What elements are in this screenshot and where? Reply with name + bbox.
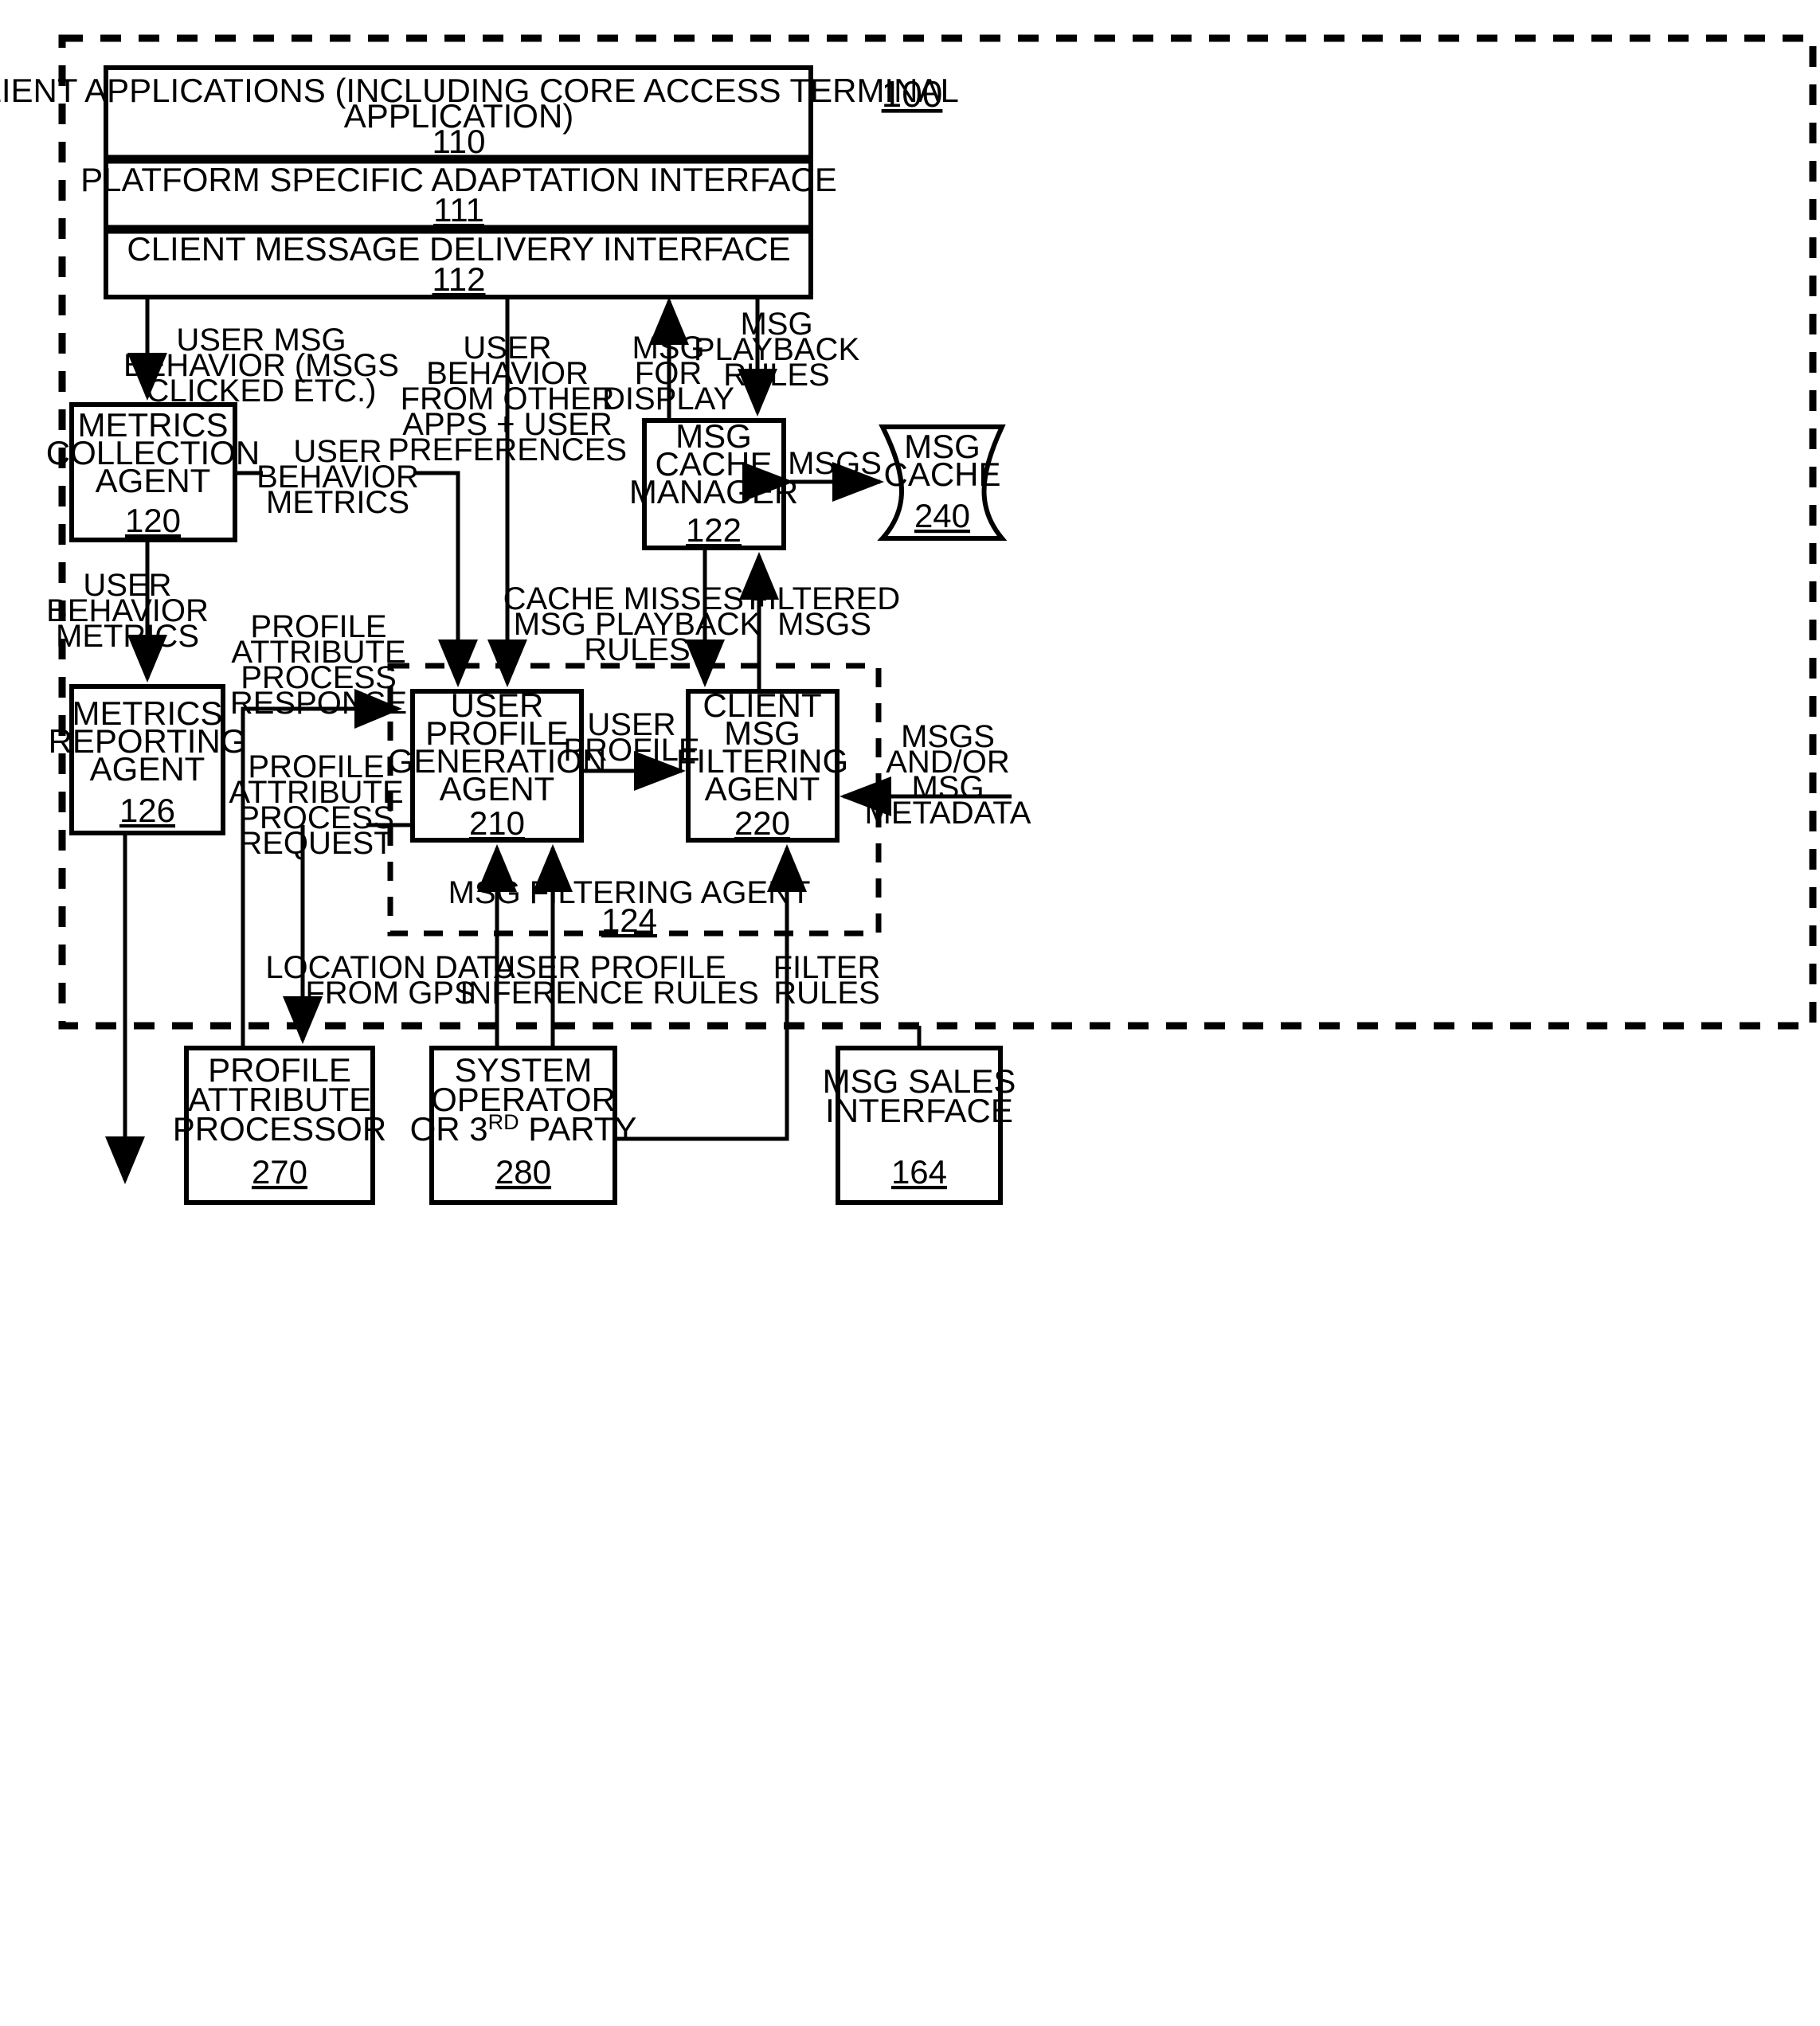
system-operator-line3: OR 3RD PARTY [410, 1110, 637, 1148]
svg-text:124: 124 [601, 902, 657, 939]
label-user-behavior-other-apps: USER BEHAVIOR FROM OTHER APPS + USER PRE… [388, 330, 627, 467]
svg-text:240: 240 [914, 497, 970, 534]
svg-text:PREFERENCES: PREFERENCES [388, 432, 627, 467]
svg-text:METRICS: METRICS [56, 619, 199, 654]
label-profile-attribute-response: PROFILE ATTRIBUTE PROCESS RESPONSE [230, 609, 407, 721]
svg-text:164: 164 [891, 1153, 947, 1191]
edge-user-behavior-metrics-to-upga-2 [413, 471, 478, 687]
label-filter-rules: FILTER RULES [773, 950, 881, 1011]
label-cache-misses: CACHE MISSES + MSG PLAYBACK RULES [503, 581, 772, 667]
svg-text:INFERENCE RULES: INFERENCE RULES [460, 976, 759, 1011]
svg-text:RULES: RULES [723, 358, 829, 393]
label-filtered-msgs: FILTERED MSGS [749, 581, 900, 642]
svg-text:RULES: RULES [584, 632, 690, 667]
svg-text:MSGS: MSGS [777, 607, 871, 642]
label-user-behavior-metrics-down: USER BEHAVIOR METRICS [46, 568, 209, 654]
svg-text:METADATA: METADATA [865, 796, 1031, 831]
svg-text:DISPLAY: DISPLAY [602, 381, 734, 417]
svg-text:122: 122 [686, 511, 742, 549]
svg-text:120: 120 [125, 502, 181, 539]
svg-text:INTERFACE: INTERFACE [825, 1092, 1013, 1129]
label-user-msg-behavior: USER MSG BEHAVIOR (MSGS CLICKED ETC.) [123, 323, 399, 409]
svg-text:RULES: RULES [773, 976, 879, 1011]
svg-text:CLICKED ETC.): CLICKED ETC.) [147, 374, 377, 409]
svg-text:REQUEST: REQUEST [239, 826, 393, 861]
svg-text:AGENT: AGENT [90, 750, 205, 788]
svg-text:FROM GPS: FROM GPS [305, 976, 475, 1011]
delivery-interface-ref: 112 [432, 260, 486, 298]
label-user-profile-inference-rules: USER PROFILE INFERENCE RULES [460, 950, 759, 1011]
svg-text:AGENT: AGENT [705, 770, 820, 808]
system-operator-line3-pre: OR 3 [410, 1110, 488, 1148]
svg-text:126: 126 [119, 792, 175, 829]
label-msgs: MSGS [788, 446, 882, 481]
svg-text:280: 280 [495, 1153, 551, 1191]
svg-text:270: 270 [252, 1153, 307, 1191]
svg-text:220: 220 [734, 804, 790, 842]
system-operator-line3-post: PARTY [519, 1110, 637, 1148]
svg-text:AGENT: AGENT [440, 770, 555, 808]
svg-text:CACHE: CACHE [883, 456, 1000, 493]
svg-text:MANAGER: MANAGER [629, 473, 798, 510]
platform-interface-ref: 111 [433, 191, 484, 229]
svg-text:RESPONSE: RESPONSE [230, 686, 407, 721]
svg-text:METRICS: METRICS [266, 485, 409, 520]
client-applications-ref: 110 [432, 123, 486, 160]
svg-text:AGENT: AGENT [96, 462, 211, 499]
label-msg-playback-rules: MSG PLAYBACK RULES [694, 307, 860, 393]
patent-figure: CLIENT APPLICATIONS (INCLUDING CORE ACCE… [0, 0, 1820, 2026]
label-msgs-metadata: MSGS AND/OR MSG METADATA [865, 719, 1031, 831]
label-profile-attribute-request: PROFILE ATTRIBUTE PROCESS REQUEST [229, 749, 403, 861]
figure-reference: 100 [882, 73, 943, 115]
svg-text:PROCESSOR: PROCESSOR [173, 1110, 386, 1148]
system-operator-line3-sup: RD [488, 1110, 519, 1134]
msg-filtering-agent-group-caption: MSG FILTERING AGENT 124 [448, 875, 811, 939]
svg-text:210: 210 [469, 804, 525, 842]
